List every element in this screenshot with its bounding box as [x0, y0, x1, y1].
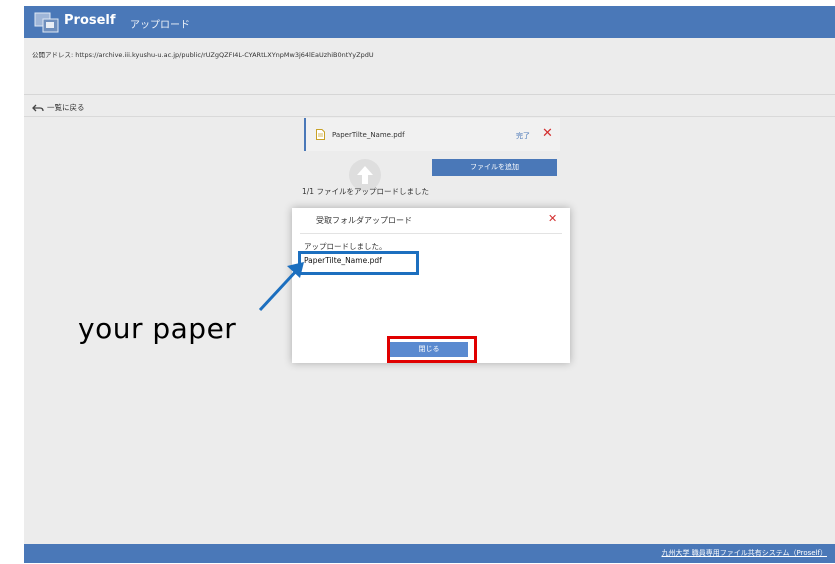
annotation-arrow	[258, 262, 304, 312]
annotation-label: your paper	[78, 312, 237, 345]
